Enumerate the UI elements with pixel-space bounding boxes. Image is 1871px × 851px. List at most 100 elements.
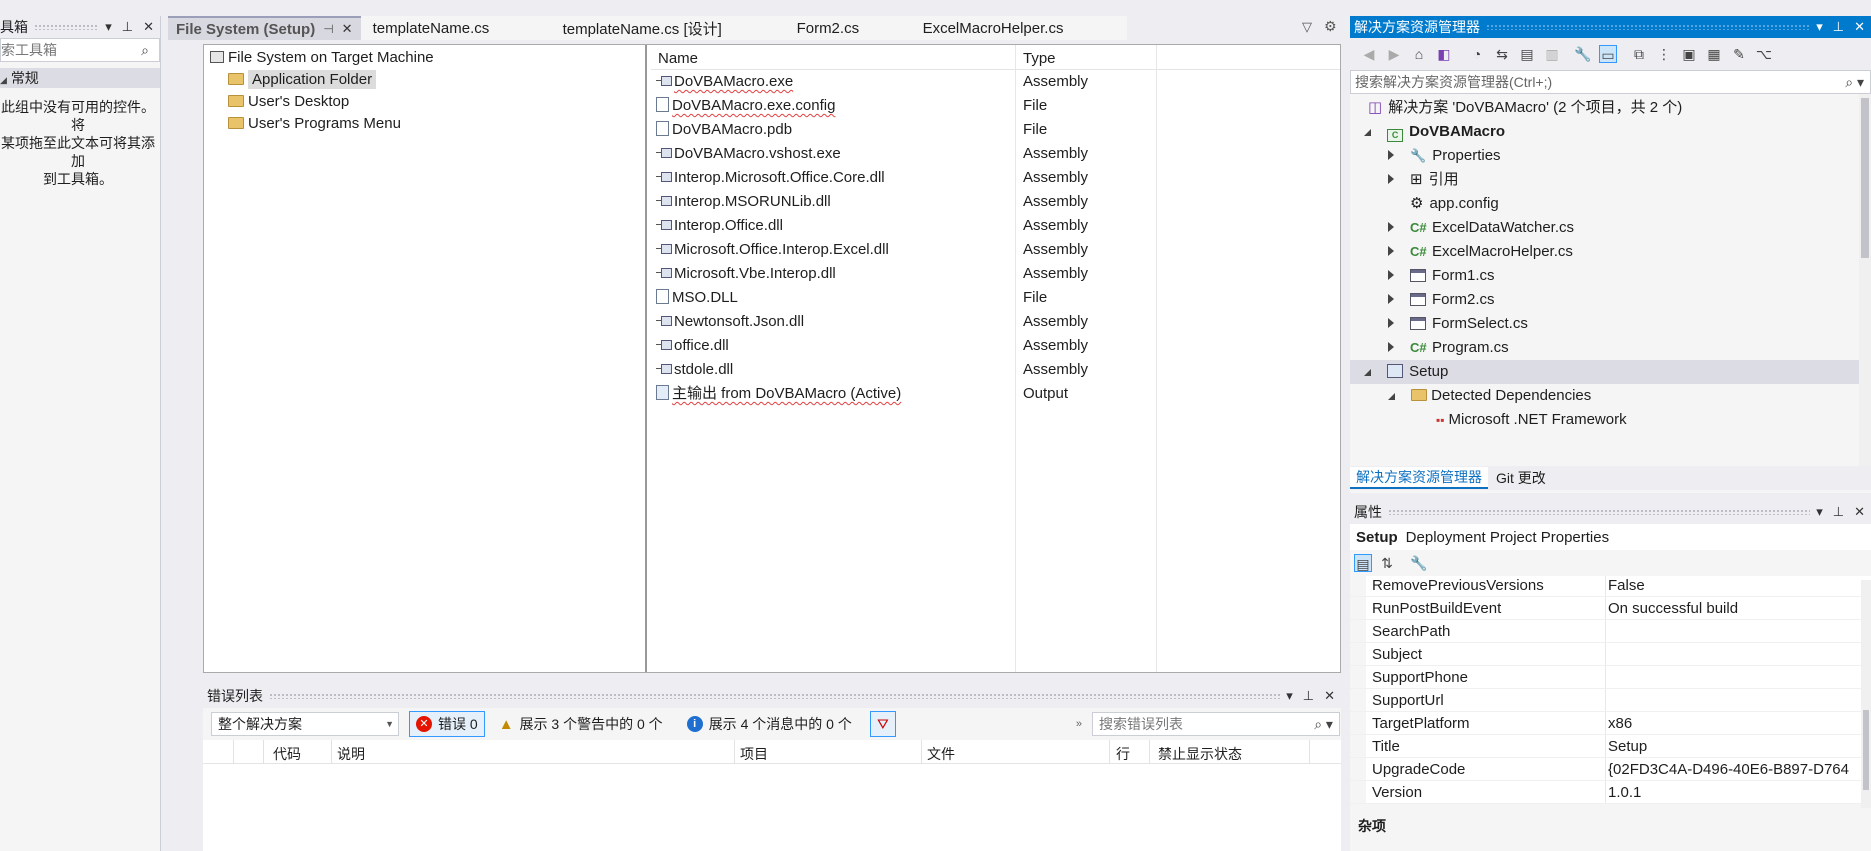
pin-icon[interactable]: ⊥ <box>122 16 133 38</box>
setup-project-node[interactable]: Setup <box>1350 360 1871 384</box>
column-header-name[interactable]: Name <box>658 50 698 67</box>
properties-object-selector[interactable]: Setup Deployment Project Properties <box>1350 524 1871 550</box>
preview-selected-icon[interactable]: ▭ <box>1599 45 1617 63</box>
close-icon[interactable]: ✕ <box>143 16 154 38</box>
tab-form2-cs[interactable]: Form2.cs <box>774 16 911 40</box>
overflow-icon[interactable]: » <box>1076 718 1082 730</box>
solution-item[interactable]: C# ExcelMacroHelper.cs <box>1388 240 1871 264</box>
solution-item[interactable]: ⚙ app.config <box>1388 192 1871 216</box>
property-row[interactable]: SearchPath <box>1350 620 1871 643</box>
close-icon[interactable]: ✕ <box>1854 16 1865 38</box>
file-row[interactable]: Newtonsoft.Json.dll Assembly <box>651 311 1340 333</box>
solution-item[interactable]: ⊞ 引用 <box>1388 168 1871 192</box>
pending-changes-icon[interactable]: ◔ <box>1468 45 1486 63</box>
close-icon[interactable]: ✕ <box>1854 501 1865 523</box>
vertical-scrollbar[interactable] <box>1859 94 1871 466</box>
expand-icon[interactable] <box>1388 270 1394 280</box>
tree-item-users-desktop[interactable]: User's Desktop <box>228 90 645 114</box>
column-header-description[interactable]: 说明 <box>337 744 365 764</box>
solution-item[interactable]: Form1.cs <box>1388 264 1871 288</box>
toolbox-group-general[interactable]: ◢ 常规 <box>0 68 160 88</box>
expand-icon[interactable] <box>1388 222 1394 232</box>
property-value[interactable]: {02FD3C4A-D496-40E6-B897-D764 <box>1608 758 1849 781</box>
home-icon[interactable]: ⌂ <box>1410 45 1428 63</box>
file-row[interactable]: Microsoft.Vbe.Interop.dll Assembly <box>651 263 1340 285</box>
property-pages-icon[interactable]: 🔧 <box>1410 554 1428 572</box>
column-header-suppression-state[interactable]: 禁止显示状态 <box>1158 744 1242 764</box>
errors-filter-button[interactable]: ✕ 错误 0 <box>409 711 485 737</box>
categorized-icon[interactable]: ▤ <box>1354 554 1372 572</box>
property-row[interactable]: RemovePreviousVersions False <box>1350 576 1871 597</box>
property-row[interactable]: Version 1.0.1 <box>1350 781 1871 804</box>
copy-icon[interactable]: ⧉ <box>1630 45 1648 63</box>
property-row[interactable]: TargetPlatform x86 <box>1350 712 1871 735</box>
solution-item[interactable]: C# ExcelDataWatcher.cs <box>1388 216 1871 240</box>
expand-icon[interactable] <box>1388 294 1394 304</box>
column-header-project[interactable]: 项目 <box>740 744 768 764</box>
tab-excelmacrohelper-cs[interactable]: ExcelMacroHelper.cs <box>910 16 1127 40</box>
warnings-filter-button[interactable]: ▲ 展示 3 个警告中的 0 个 <box>495 714 663 734</box>
pin-icon[interactable]: ⊥ <box>1303 685 1314 707</box>
toolbox-search-input[interactable]: 索工具箱 <box>1 40 141 60</box>
expand-icon[interactable] <box>1388 150 1394 160</box>
messages-filter-button[interactable]: i 展示 4 个消息中的 0 个 <box>673 714 852 734</box>
detected-dependencies-node[interactable]: Detected Dependencies <box>1388 384 1871 408</box>
forward-icon[interactable]: ▶ <box>1385 45 1403 63</box>
property-value[interactable]: x86 <box>1608 712 1632 735</box>
tree-item-users-programs-menu[interactable]: User's Programs Menu <box>228 112 645 136</box>
solution-explorer-search-input[interactable]: 搜索解决方案资源管理器(Ctrl+;) <box>1355 72 1845 92</box>
pin-icon[interactable]: ⊣ <box>323 22 333 36</box>
tab-git-changes[interactable]: Git 更改 <box>1488 468 1554 488</box>
file-row[interactable]: Interop.MSORUNLib.dll Assembly <box>651 191 1340 213</box>
file-row[interactable]: DoVBAMacro.exe.config File <box>651 95 1340 117</box>
show-all-files-icon[interactable]: ▥ <box>1543 45 1561 63</box>
solution-item[interactable]: FormSelect.cs <box>1388 312 1871 336</box>
edit-icon[interactable]: ✎ <box>1730 45 1748 63</box>
file-row[interactable]: office.dll Assembly <box>651 335 1340 357</box>
solution-item[interactable]: 🔧 Properties <box>1388 144 1871 168</box>
file-row[interactable]: DoVBAMacro.pdb File <box>651 119 1340 141</box>
column-header-file[interactable]: 文件 <box>927 744 955 764</box>
scope-select[interactable]: 整个解决方案 ▼ <box>211 712 399 736</box>
file-row[interactable]: DoVBAMacro.vshost.exe Assembly <box>651 143 1340 165</box>
build-filter-button[interactable]: ⛛ <box>869 711 896 737</box>
property-row[interactable]: SupportPhone <box>1350 666 1871 689</box>
toolbox-search[interactable]: 索工具箱 ⌕ <box>0 38 160 62</box>
error-list-search[interactable]: 搜索错误列表 ⌕ ▾ <box>1091 712 1340 736</box>
dropdown-icon[interactable]: ▾ <box>1816 16 1823 38</box>
view-code-icon[interactable]: ▣ <box>1680 45 1698 63</box>
file-row[interactable]: DoVBAMacro.exe Assembly <box>651 71 1340 93</box>
collapse-icon[interactable] <box>1388 393 1395 400</box>
solution-node[interactable]: ◫ 解决方案 'DoVBAMacro' (2 个项目，共 2 个) <box>1368 96 1871 120</box>
tree-item-application-folder[interactable]: Application Folder <box>228 68 377 92</box>
column-header-type[interactable]: Type <box>1023 50 1056 67</box>
expand-icon[interactable] <box>1388 246 1394 256</box>
pin-icon[interactable]: ⊥ <box>1833 501 1844 523</box>
dropdown-icon[interactable]: ▾ <box>1286 685 1293 707</box>
file-row[interactable]: 主输出 from DoVBAMacro (Active) Output <box>651 383 1340 405</box>
property-value[interactable]: Setup <box>1608 735 1647 758</box>
property-value[interactable]: 1.0.1 <box>1608 781 1641 804</box>
search-icon[interactable]: ⌕ <box>141 42 159 59</box>
tab-templatename-cs[interactable]: templateName.cs <box>360 16 549 40</box>
search-icon[interactable]: ⌕ ▾ <box>1314 716 1339 733</box>
file-row[interactable]: Interop.Office.dll Assembly <box>651 215 1340 237</box>
column-header-code[interactable]: 代码 <box>273 744 301 764</box>
expand-icon[interactable] <box>1388 318 1394 328</box>
collapse-icon[interactable] <box>1364 369 1371 376</box>
back-icon[interactable]: ◀ <box>1360 45 1378 63</box>
expand-icon[interactable] <box>1388 342 1394 352</box>
collapse-icon[interactable] <box>1364 129 1371 136</box>
tab-file-system-setup[interactable]: File System (Setup) ⊣ ✕ <box>168 16 361 40</box>
tab-overflow-dropdown[interactable]: ▽ <box>1302 19 1312 35</box>
tab-templatename-design[interactable]: templateName.cs [设计] <box>548 16 775 40</box>
file-row[interactable]: Interop.Microsoft.Office.Core.dll Assembl… <box>651 167 1340 189</box>
dropdown-icon[interactable]: ▾ <box>1816 501 1823 523</box>
pin-icon[interactable]: ⊥ <box>1833 16 1844 38</box>
filter-icon[interactable]: ⌥ <box>1755 45 1773 63</box>
project-node[interactable]: C DoVBAMacro <box>1364 120 1871 144</box>
solution-item[interactable]: C# Program.cs <box>1388 336 1871 360</box>
property-row[interactable]: UpgradeCode {02FD3C4A-D496-40E6-B897-D764 <box>1350 758 1871 781</box>
view-designer-icon[interactable]: ▦ <box>1705 45 1723 63</box>
tab-solution-explorer[interactable]: 解决方案资源管理器 <box>1350 467 1488 489</box>
